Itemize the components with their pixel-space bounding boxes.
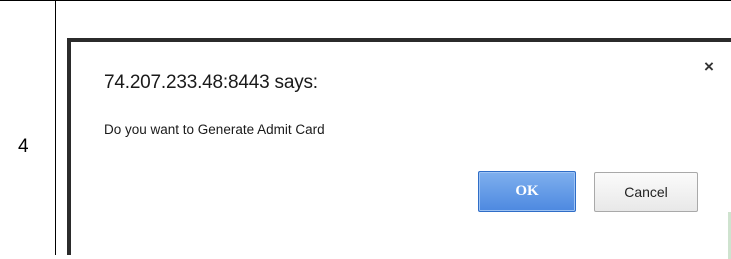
confirm-dialog: 74.207.233.48:8443 says: × Do you want t… bbox=[67, 38, 731, 259]
dialog-message: Do you want to Generate Admit Card bbox=[104, 122, 325, 137]
table-column-divider bbox=[55, 0, 56, 255]
row-number-cell: 4 bbox=[18, 136, 29, 157]
cancel-button[interactable]: Cancel bbox=[594, 172, 698, 212]
document-table: 4 74.207.233.48:8443 says: × Do you want… bbox=[0, 0, 731, 259]
dialog-title: 74.207.233.48:8443 says: bbox=[104, 72, 318, 93]
ok-button[interactable]: OK bbox=[478, 171, 576, 212]
table-top-border bbox=[0, 0, 731, 1]
close-icon[interactable]: × bbox=[701, 58, 717, 75]
